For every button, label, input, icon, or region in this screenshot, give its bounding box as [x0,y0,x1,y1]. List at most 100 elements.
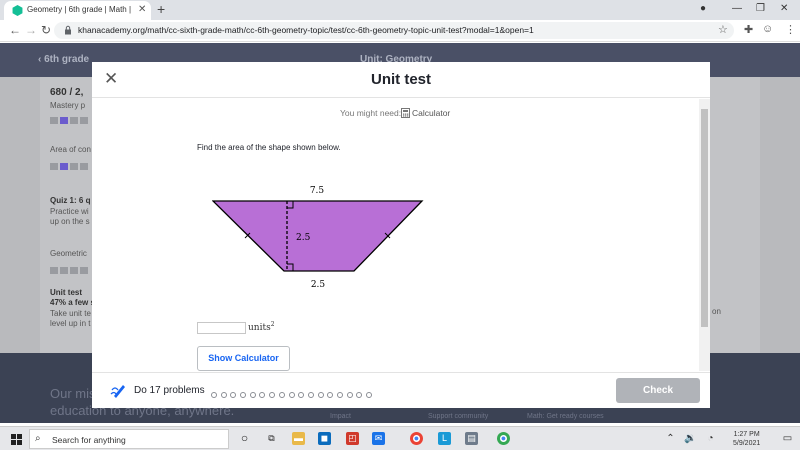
browser-toolbar: ← → ↻ khanacademy.org/math/cc-sixth-grad… [0,20,800,42]
problems-count-label: Do 17 problems [134,385,205,396]
units-label: units2 [248,321,275,333]
unit-test-text-2: level up in t [50,319,91,328]
windows-start-icon[interactable] [11,434,22,445]
mastery-squares [50,113,90,124]
store-icon[interactable]: ◼ [318,432,331,445]
footer-link-impact[interactable]: Impact [330,413,351,420]
mastery-label: Mastery p [50,101,86,110]
file-explorer-icon[interactable]: ▬ [292,432,305,445]
problem-dot [220,392,227,398]
forward-icon[interactable]: → [25,23,37,37]
right-text-fragment: on [712,307,721,316]
menu-icon[interactable]: ⋮ [785,23,796,36]
show-calculator-button[interactable]: Show Calculator [197,346,290,371]
taskbar-search-placeholder: Search for anything [52,435,126,445]
units-exponent: 2 [270,321,275,328]
top-length-label: 7.5 [310,186,325,196]
problem-dot [346,392,353,398]
khan-academy-favicon-icon [12,5,23,16]
search-icon: ⌕ [35,433,41,444]
speaker-icon[interactable]: 🔉 [684,432,697,445]
back-icon[interactable]: ← [9,23,21,37]
problem-dot [317,392,324,398]
check-button[interactable]: Check [616,378,700,403]
window-close-icon[interactable]: ✕ [780,3,788,14]
extensions-icon[interactable]: ✚ [744,23,753,36]
profile-avatar-icon[interactable]: ☺ [762,23,773,35]
problem-dot [298,392,305,398]
chrome-profile-icon[interactable]: ● [497,432,510,445]
trapezoid-figure: 7.5 2.5 2.5 [212,186,424,289]
taskbar-search[interactable]: ⌕ Search for anything [29,429,229,449]
footer-link-math[interactable]: Math: Get ready courses [527,413,604,420]
notifications-icon[interactable]: ▭ [781,432,794,445]
modal-footer: Do 17 problems Check [92,372,710,408]
question-text: Find the area of the shape shown below. [197,143,341,152]
tray-arrow-icon[interactable]: ⌃ [664,432,677,445]
mail-icon[interactable]: ✉ [372,432,385,445]
minimize-icon[interactable]: — [732,3,742,14]
unit-test-progress: 47% a few s [50,298,95,307]
app-icon[interactable]: ▤ [465,432,478,445]
problem-dot [211,392,217,398]
new-tab-button[interactable]: + [157,1,165,17]
quiz-text-1: Practice wi [50,207,89,216]
unit-test-modal: ✕ Unit test You might need: Calculator F… [92,62,710,408]
problem-dot [278,392,285,398]
problem-dot [269,392,276,398]
problem-progress-dots [211,387,376,398]
sidebar-item-quiz[interactable]: Quiz 1: 6 q [50,196,90,205]
geometric-squares [50,263,90,274]
breadcrumb[interactable]: ‹ 6th grade [38,54,89,65]
quiz-text-2: up on the s [50,217,90,226]
chrome-icon[interactable]: ● [410,432,423,445]
problem-dot [336,392,343,398]
problem-dot [366,392,372,398]
unit-test-text-1: Take unit te [50,309,91,318]
modal-header: ✕ Unit test [92,62,710,98]
problem-dot [356,392,363,398]
problem-dot [288,392,295,398]
sidebar-item-geometric[interactable]: Geometric [50,249,87,258]
browser-tab[interactable]: Geometry | 6th grade | Math | Kh ✕ [4,1,151,20]
right-column: on [710,77,760,357]
address-bar[interactable]: khanacademy.org/math/cc-sixth-grade-math… [54,22,734,39]
modal-title: Unit test [371,71,431,88]
might-need-label: You might need: [340,108,402,118]
problem-dot [327,392,334,398]
network-icon[interactable]: ◔ [704,432,717,445]
taskbar-clock[interactable]: 1:27 PM 5/9/2021 [733,430,760,448]
answer-input[interactable] [197,322,246,334]
trapezoid-shape [212,200,424,272]
windows-taskbar: ⌕ Search for anything ○ ⧉ ▬ ◼ ◰ ✉ ● L ▤ … [0,426,800,450]
problem-dot [307,392,314,398]
problem-dot [249,392,256,398]
problem-dot [230,392,237,398]
area-squares [50,159,90,170]
bookmark-star-icon[interactable]: ☆ [718,23,728,36]
lock-icon [65,25,71,35]
problem-dot [259,392,266,398]
scrollbar-thumb[interactable] [701,109,708,327]
task-view-icon[interactable]: ⧉ [265,432,278,445]
profile-indicator-icon[interactable]: ● [700,3,706,14]
browser-tab-strip: Geometry | 6th grade | Math | Kh ✕ + ● —… [0,0,800,20]
sidebar-item-area[interactable]: Area of con [50,145,91,154]
course-sidebar: 680 / 2, Mastery p Area of con Quiz 1: 6… [40,77,96,357]
calculator-link[interactable]: Calculator [412,108,450,118]
tab-close-icon[interactable]: ✕ [138,4,146,15]
sidebar-item-unit-test[interactable]: Unit test [50,288,82,297]
problem-dot [240,392,247,398]
cortana-icon[interactable]: ○ [238,432,251,445]
bottom-length-label: 2.5 [311,280,326,289]
modal-scrollbar[interactable] [699,99,710,371]
mastery-points: 680 / 2, [50,87,84,98]
tab-title: Geometry | 6th grade | Math | Kh [27,5,132,14]
l-app-icon[interactable]: L [438,432,451,445]
height-length-label: 2.5 [296,233,311,243]
footer-link-support[interactable]: Support community [428,413,488,420]
office-icon[interactable]: ◰ [346,432,359,445]
reload-icon[interactable]: ↻ [41,23,51,37]
restore-icon[interactable]: ❐ [756,3,765,14]
url-text: khanacademy.org/math/cc-sixth-grade-math… [78,25,534,35]
